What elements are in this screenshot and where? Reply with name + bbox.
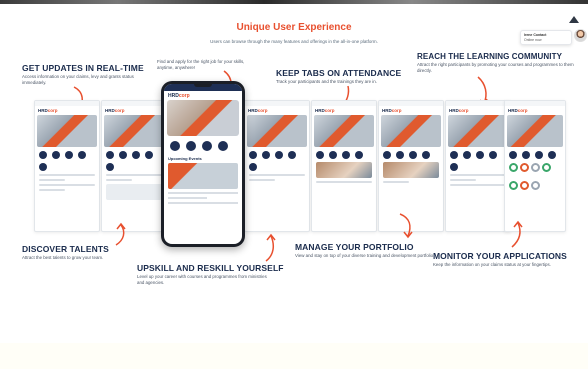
app-screen-home: HRDcorp — [34, 100, 100, 232]
phone-section-events: Upcoming Events — [168, 156, 202, 161]
app-banner — [104, 115, 164, 147]
app-screen-jobs: HRDcorp — [244, 100, 310, 232]
app-logo: HRDcorp — [168, 92, 190, 99]
app-banner — [247, 115, 307, 147]
page-title: Unique User Experience — [236, 22, 352, 33]
app-screen-community: HRDcorp — [445, 100, 511, 232]
app-banner — [507, 115, 563, 147]
arrow-icon — [398, 212, 414, 243]
app-menu-icon[interactable] — [170, 141, 180, 151]
app-banner — [381, 115, 441, 147]
feature-updates-title: GET UPDATES IN REAL-TIME — [22, 63, 144, 73]
feature-talents-desc: Attract the best talents to grow your te… — [22, 255, 104, 260]
feature-attendance: KEEP TABS ON ATTENDANCE Track your parti… — [276, 68, 406, 85]
top-image-strip — [0, 0, 588, 4]
page-subtitle: Users can browse through the many featur… — [210, 39, 378, 44]
feature-portfolio-desc: View and stay on top of your diverse tra… — [295, 253, 435, 258]
feature-attendance-title: KEEP TABS ON ATTENDANCE — [276, 68, 402, 78]
app-banner — [314, 115, 374, 147]
feature-updates: GET UPDATES IN REAL-TIME Access informat… — [22, 63, 152, 86]
feature-community-title: REACH THE LEARNING COMMUNITY — [417, 52, 563, 61]
feature-portfolio-title: MANAGE YOUR PORTFOLIO — [295, 242, 414, 252]
app-screen-talents: HRDcorp — [101, 100, 167, 232]
app-logo: HRDcorp — [382, 108, 402, 113]
app-banner — [448, 115, 508, 147]
app-logo: HRDcorp — [38, 108, 58, 113]
app-logo: HRDcorp — [248, 108, 268, 113]
app-screen-attendance: HRDcorp — [311, 100, 377, 232]
app-menu-icon[interactable] — [186, 141, 196, 151]
feature-community-desc: Attract the right participants by promot… — [417, 62, 574, 73]
feature-portfolio: MANAGE YOUR PORTFOLIO View and stay on t… — [295, 242, 435, 259]
event-card[interactable] — [168, 163, 238, 189]
arrow-icon — [508, 220, 524, 253]
featured-phone: HRDcorp Upcoming Events — [161, 81, 245, 247]
feature-community: REACH THE LEARNING COMMUNITY Attract the… — [417, 52, 582, 74]
arrow-icon — [262, 233, 278, 268]
app-logo: HRDcorp — [315, 108, 335, 113]
phone-banner — [167, 100, 239, 136]
app-menu-icon[interactable] — [202, 141, 212, 151]
feature-find-jobs: Find and apply for the right job for you… — [157, 58, 247, 71]
app-screens-gallery: HRDcorp HRDcorp HRDcorp HRDcorp HRDcorp — [34, 100, 566, 232]
feature-upskill-desc: Level up your career with courses and pr… — [137, 274, 267, 285]
app-logo: HRDcorp — [105, 108, 125, 113]
arrow-icon — [112, 222, 128, 251]
feature-applications-desc: Keep the information on your claims stat… — [433, 262, 551, 267]
footer-band — [0, 343, 588, 369]
app-logo: HRDcorp — [508, 108, 528, 113]
app-logo: HRDcorp — [449, 108, 469, 113]
feature-talents: DISCOVER TALENTS Attract the best talent… — [22, 244, 152, 261]
app-banner — [37, 115, 97, 147]
app-screen-applications: HRDcorp — [504, 100, 566, 232]
app-menu-icon[interactable] — [218, 141, 228, 151]
feature-talents-title: DISCOVER TALENTS — [22, 244, 109, 254]
feature-updates-desc: Access information on your claims, levy … — [22, 74, 134, 85]
feature-applications: MONITOR YOUR APPLICATIONS Keep the infor… — [433, 251, 583, 268]
